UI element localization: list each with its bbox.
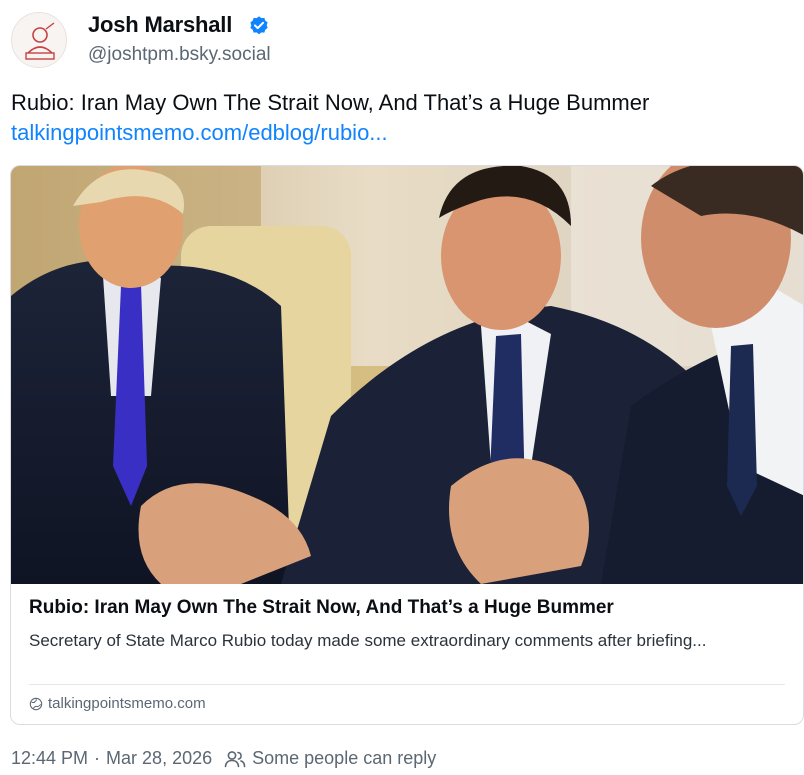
post-text: Rubio: Iran May Own The Strait Now, And … bbox=[11, 90, 650, 115]
card-domain: talkingpointsmemo.com bbox=[48, 695, 206, 712]
card-description: Secretary of State Marco Rubio today mad… bbox=[29, 631, 707, 650]
card-domain-row: talkingpointsmemo.com bbox=[29, 695, 206, 712]
people-icon bbox=[224, 750, 246, 767]
card-divider bbox=[29, 684, 785, 685]
post-date[interactable]: Mar 28, 2026 bbox=[106, 748, 212, 769]
meta-separator: · bbox=[94, 748, 101, 768]
post-link[interactable]: talkingpointsmemo.com/edblog/rubio... bbox=[11, 119, 388, 147]
reply-setting[interactable]: Some people can reply bbox=[252, 748, 436, 769]
globe-icon bbox=[29, 697, 43, 710]
author-name[interactable]: Josh Marshall bbox=[88, 12, 232, 38]
card-thumbnail-image bbox=[11, 166, 803, 584]
link-preview-card[interactable]: Rubio: Iran May Own The Strait Now, And … bbox=[10, 165, 804, 725]
verified-badge-icon bbox=[250, 16, 268, 35]
avatar-image bbox=[12, 13, 66, 67]
post-meta: 12:44 PM · Mar 28, 2026 Some people can … bbox=[11, 748, 436, 769]
post: Josh Marshall @joshtpm.bsky.social Rubio… bbox=[0, 0, 804, 775]
author-handle[interactable]: @joshtpm.bsky.social bbox=[88, 44, 271, 66]
avatar[interactable] bbox=[11, 12, 67, 68]
card-title[interactable]: Rubio: Iran May Own The Strait Now, And … bbox=[29, 597, 614, 619]
post-time[interactable]: 12:44 PM bbox=[11, 748, 88, 769]
